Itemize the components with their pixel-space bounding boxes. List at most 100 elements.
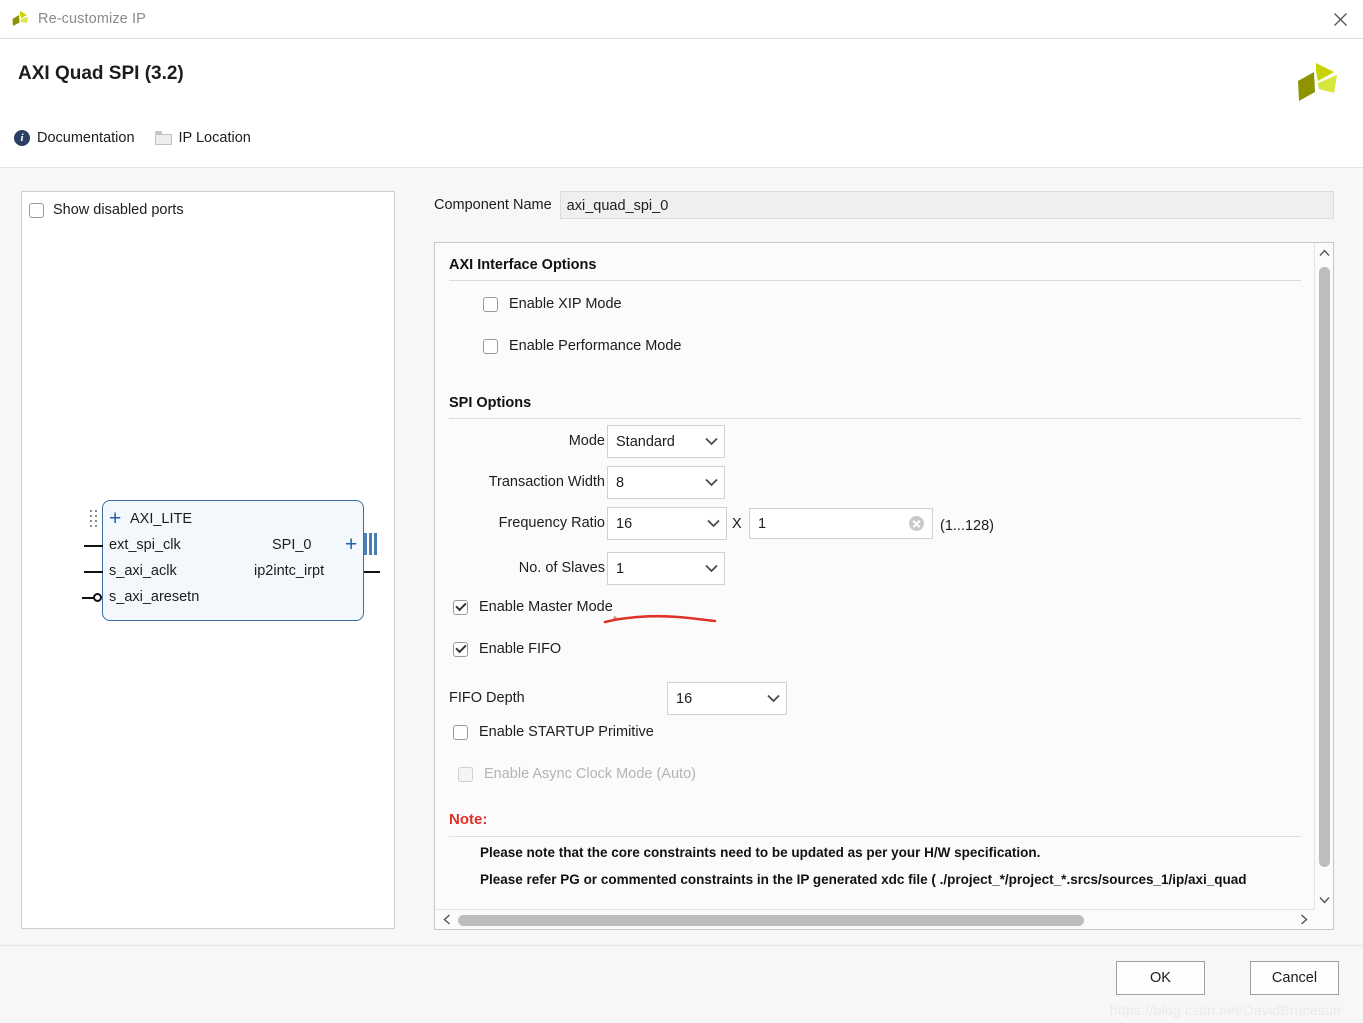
chevron-down-icon — [698, 478, 724, 487]
enable-xip-mode-label: Enable XIP Mode — [509, 296, 622, 312]
component-name-input[interactable]: axi_quad_spi_0 — [559, 191, 1334, 219]
chevron-down-icon — [760, 694, 786, 703]
fifo-depth-select-value: 16 — [676, 690, 693, 707]
ip-block-symbol: + AXI_LITE ext_spi_clk s_axi_aclk s_axi_… — [80, 482, 380, 627]
enable-performance-mode-label: Enable Performance Mode — [509, 338, 682, 354]
spi-0-expand-icon[interactable]: + — [345, 534, 357, 555]
enable-master-mode-label: Enable Master Mode — [479, 599, 613, 615]
enable-xip-mode-checkbox[interactable]: Enable XIP Mode — [483, 296, 622, 312]
note-line-2: Please refer PG or commented constraints… — [480, 872, 1247, 887]
enable-master-mode-box[interactable] — [453, 599, 468, 615]
enable-fifo-checkbox[interactable]: Enable FIFO — [453, 641, 561, 657]
ip-symbol-panel: Show disabled ports + AXI_LITE ext_spi_c… — [21, 191, 395, 929]
mode-select[interactable]: Standard — [607, 425, 725, 458]
re-customize-ip-dialog: Re-customize IP AXI Quad SPI (3.2) i Doc… — [0, 0, 1363, 1023]
frequency-multiplier-input[interactable]: 1 — [749, 508, 933, 539]
ip2intc-irpt-stub — [364, 571, 380, 573]
dialog-footer: OK Cancel https://blog.csdn.net/DavidBru… — [0, 945, 1363, 1023]
ip-location-link-label: IP Location — [178, 130, 251, 146]
chevron-down-icon — [700, 519, 726, 528]
s-axi-aresetn-inverter-icon — [93, 593, 102, 602]
enable-async-clock-mode-checkbox: Enable Async Clock Mode (Auto) — [458, 766, 696, 782]
close-icon[interactable] — [1317, 0, 1363, 38]
enable-startup-primitive-box[interactable] — [453, 724, 468, 740]
enable-fifo-label: Enable FIFO — [479, 641, 562, 657]
frequency-ratio-select-value: 16 — [616, 515, 633, 532]
note-title: Note: — [449, 811, 488, 828]
documentation-link[interactable]: i Documentation — [14, 130, 135, 146]
info-icon: i — [14, 130, 30, 146]
horizontal-scrollbar-thumb[interactable] — [458, 915, 1084, 926]
port-label-axi-lite: AXI_LITE — [130, 511, 193, 527]
frequency-ratio-select[interactable]: 16 — [607, 507, 727, 540]
xilinx-logo-large-icon — [1293, 61, 1339, 109]
show-disabled-ports-checkbox[interactable]: Show disabled ports — [29, 202, 184, 218]
enable-performance-mode-checkbox[interactable]: Enable Performance Mode — [483, 338, 682, 354]
clear-icon[interactable] — [909, 516, 924, 531]
fifo-depth-label: FIFO Depth — [449, 690, 525, 706]
component-name-label: Component Name — [434, 197, 552, 213]
transaction-width-select[interactable]: 8 — [607, 466, 725, 499]
ok-button[interactable]: OK — [1116, 961, 1205, 995]
spi-0-bus-stub — [364, 533, 367, 555]
vertical-scrollbar[interactable] — [1314, 243, 1333, 929]
horizontal-scrollbar[interactable] — [435, 909, 1315, 929]
transaction-width-label: Transaction Width — [488, 474, 605, 490]
show-disabled-ports-box[interactable] — [29, 202, 44, 218]
cancel-button[interactable]: Cancel — [1250, 961, 1339, 995]
axi-lite-bus-handle-icon — [90, 510, 99, 530]
frequency-ratio-label: Frequency Ratio — [498, 515, 605, 531]
spi-0-bus-stub-3 — [374, 533, 377, 555]
window-title-bar: Re-customize IP — [0, 0, 1363, 39]
spi-0-bus-stub-2 — [369, 533, 372, 555]
mode-select-value: Standard — [616, 433, 675, 450]
section-rule-axi — [449, 280, 1301, 281]
no-of-slaves-label: No. of Slaves — [518, 560, 605, 576]
no-of-slaves-select[interactable]: 1 — [607, 552, 725, 585]
scroll-right-icon[interactable] — [1294, 910, 1313, 929]
enable-xip-mode-box[interactable] — [483, 296, 498, 312]
dialog-body: Show disabled ports + AXI_LITE ext_spi_c… — [0, 168, 1363, 945]
no-of-slaves-select-value: 1 — [616, 560, 625, 577]
enable-startup-primitive-checkbox[interactable]: Enable STARTUP Primitive — [453, 724, 654, 740]
enable-performance-mode-box[interactable] — [483, 338, 498, 354]
vertical-scrollbar-thumb[interactable] — [1319, 267, 1330, 867]
enable-async-clock-mode-box — [458, 766, 473, 782]
port-label-s-axi-aclk: s_axi_aclk — [109, 563, 177, 579]
transaction-width-select-value: 8 — [616, 474, 625, 491]
show-disabled-ports-label: Show disabled ports — [53, 202, 184, 218]
mode-label: Mode — [568, 433, 605, 449]
dialog-header: AXI Quad SPI (3.2) i Documentation IP Lo… — [0, 39, 1363, 168]
section-title-spi-options: SPI Options — [449, 395, 532, 411]
page-title: AXI Quad SPI (3.2) — [18, 63, 184, 84]
ext-spi-clk-stub — [84, 545, 103, 547]
s-axi-aclk-stub — [84, 571, 103, 573]
fifo-depth-select[interactable]: 16 — [667, 682, 787, 715]
axi-lite-expand-icon[interactable]: + — [109, 508, 121, 529]
watermark-text: https://blog.csdn.net/DavidBrucesun — [1109, 1002, 1341, 1018]
chevron-down-icon — [698, 437, 724, 446]
enable-master-mode-checkbox[interactable]: Enable Master Mode — [453, 599, 613, 615]
enable-fifo-box[interactable] — [453, 641, 468, 657]
window-title: Re-customize IP — [38, 11, 146, 27]
options-scroll-region: AXI Interface Options Enable XIP Mode En… — [434, 242, 1334, 930]
scroll-down-icon[interactable] — [1315, 890, 1334, 909]
chevron-down-icon — [698, 564, 724, 573]
folder-icon — [154, 131, 172, 145]
port-label-ip2intc-irpt: ip2intc_irpt — [254, 563, 325, 579]
enable-async-clock-mode-label: Enable Async Clock Mode (Auto) — [484, 766, 696, 782]
frequency-multiplier-x-label: X — [732, 516, 742, 532]
scroll-left-icon[interactable] — [437, 910, 456, 929]
scroll-up-icon[interactable] — [1315, 243, 1334, 262]
enable-startup-primitive-label: Enable STARTUP Primitive — [479, 724, 654, 740]
ip-location-link[interactable]: IP Location — [154, 130, 251, 146]
note-rule — [449, 836, 1301, 837]
section-rule-spi — [449, 418, 1301, 419]
frequency-multiplier-hint: (1...128) — [940, 518, 994, 534]
header-link-bar: i Documentation IP Location — [14, 130, 251, 146]
options-content: AXI Interface Options Enable XIP Mode En… — [435, 243, 1315, 909]
s-axi-aresetn-stub — [82, 597, 94, 599]
section-title-axi-interface-options: AXI Interface Options — [449, 257, 597, 273]
note-line-1: Please note that the core constraints ne… — [480, 845, 1041, 860]
port-label-s-axi-aresetn: s_axi_aresetn — [109, 589, 200, 605]
